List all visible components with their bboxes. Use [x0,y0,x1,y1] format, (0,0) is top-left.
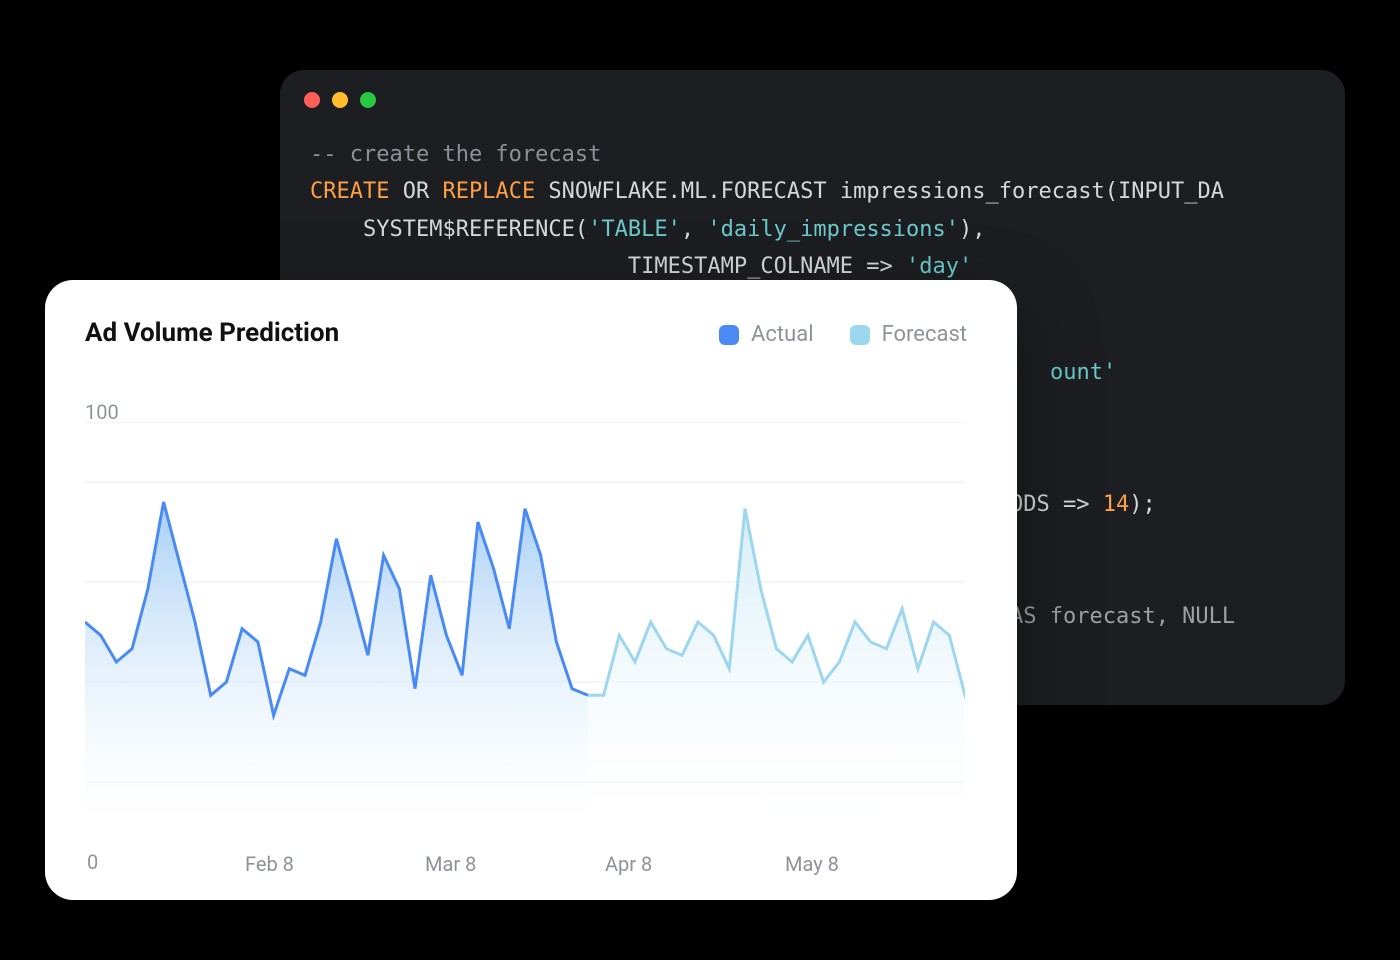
zoom-icon[interactable] [360,92,376,108]
legend-label: Actual [751,322,814,347]
actual-area [85,502,588,822]
code-fragment: AS forecast, NULL [1010,604,1248,629]
legend-actual: Actual [719,322,814,347]
window-controls [280,70,1345,108]
close-icon[interactable] [304,92,320,108]
x-tick-label: Mar 8 [425,852,605,876]
chart-plot: 100 [85,394,977,824]
chart-svg [85,422,965,822]
minimize-icon[interactable] [332,92,348,108]
x-tick-label: May 8 [785,852,965,876]
legend-forecast: Forecast [850,322,967,347]
x-tick-label: Feb 8 [245,852,425,876]
x-axis: Feb 8 Mar 8 Apr 8 May 8 [85,852,965,876]
code-fragment: ount' [1050,360,1116,385]
legend-swatch-icon [850,325,870,345]
chart-card: Ad Volume Prediction Actual Forecast 100 [45,280,1017,900]
legend-label: Forecast [882,322,967,347]
y-tick-label: 100 [85,400,119,424]
code-comment: -- create the forecast [310,142,601,167]
legend-swatch-icon [719,325,739,345]
x-tick-label: Apr 8 [605,852,785,876]
chart-legend: Actual Forecast [719,322,967,347]
forecast-area [588,509,965,822]
